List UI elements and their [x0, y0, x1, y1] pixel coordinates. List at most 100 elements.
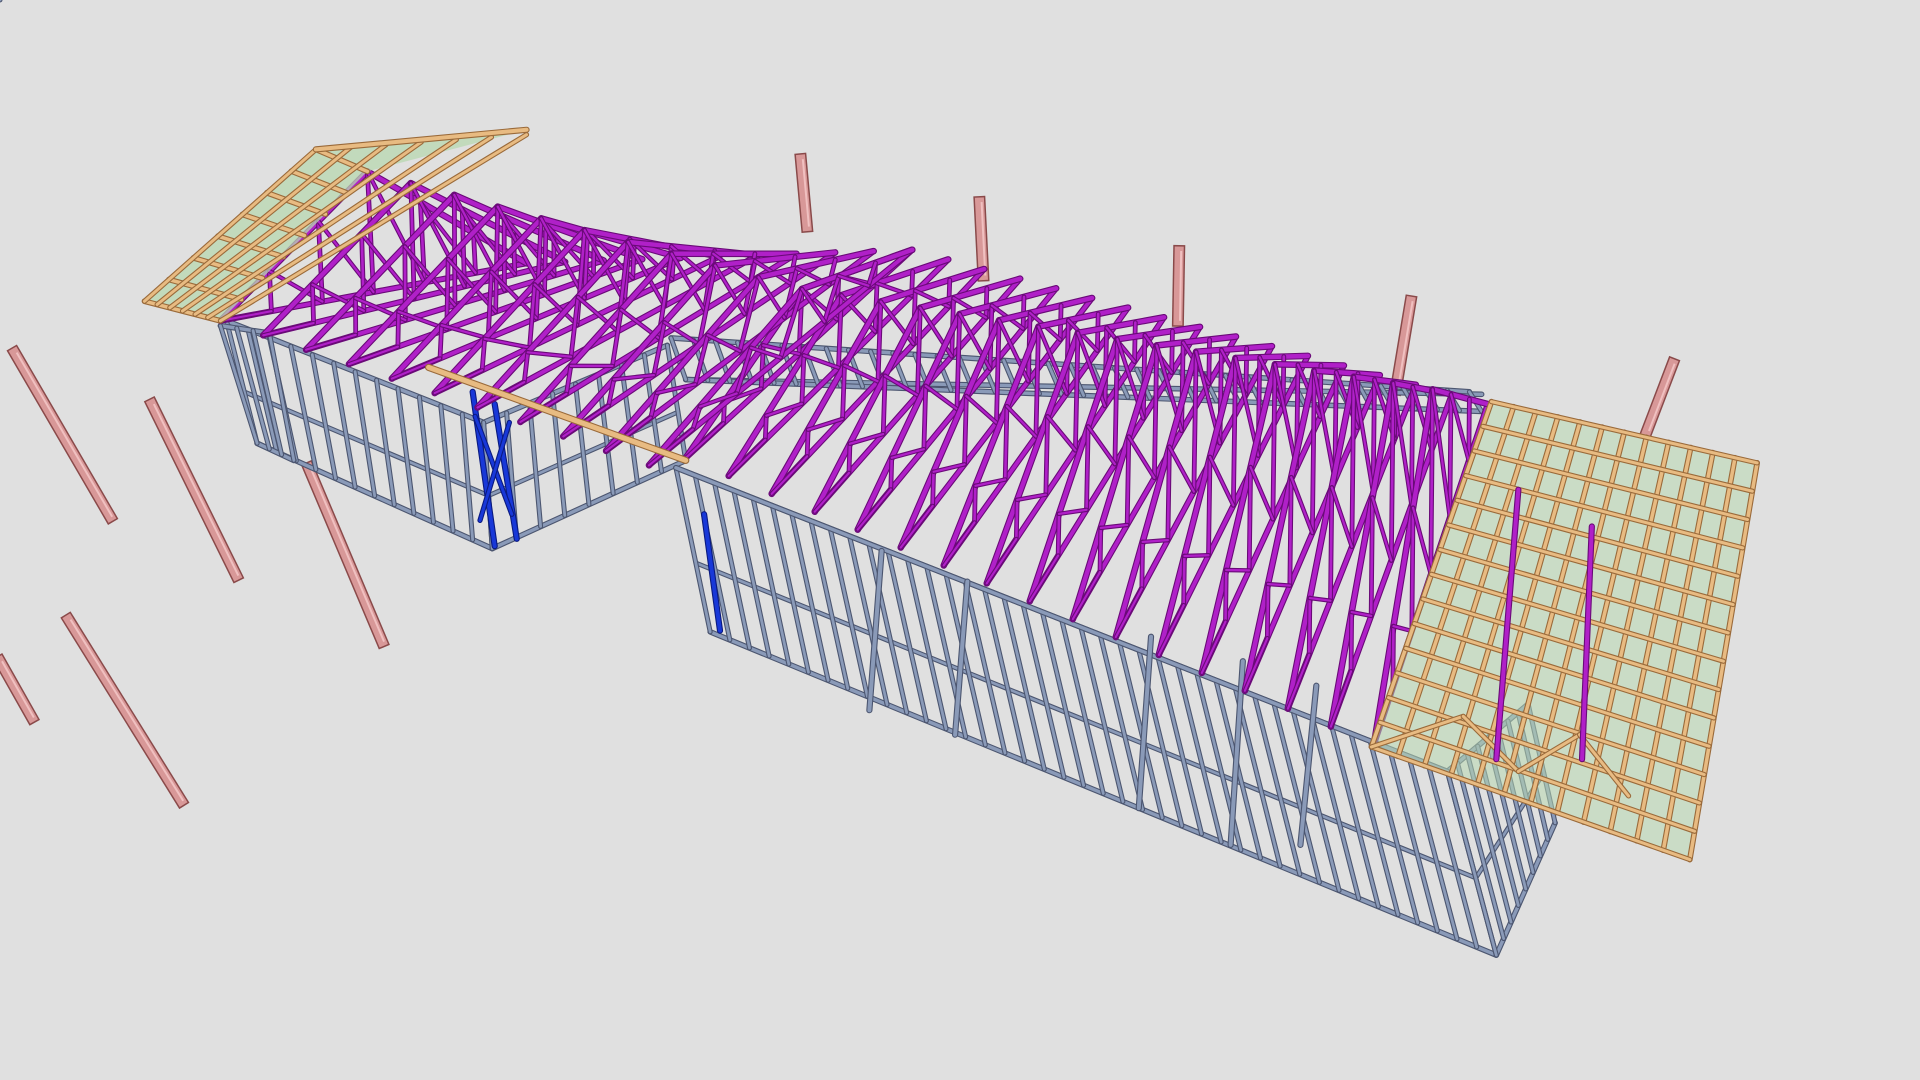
timber-post — [0, 655, 38, 724]
truss-web — [1349, 610, 1353, 673]
stud — [983, 587, 1027, 763]
partition-stud — [1298, 683, 1319, 847]
truss-web — [1087, 425, 1116, 466]
truss-web — [1266, 582, 1270, 640]
truss-web — [543, 222, 548, 296]
stud — [963, 580, 1007, 755]
stud — [886, 549, 928, 723]
truss-web — [984, 287, 989, 319]
timber-post-edge — [152, 403, 240, 576]
3d-model-viewport[interactable] — [0, 0, 1920, 1080]
timber-post-edge — [15, 352, 114, 518]
stud — [353, 370, 377, 498]
timber-post — [8, 346, 117, 523]
truss-web — [1207, 455, 1212, 557]
timber-post-edge — [1648, 363, 1676, 432]
stud — [1040, 610, 1086, 787]
stud — [905, 557, 948, 731]
truss-web — [1329, 486, 1334, 603]
truss-web — [1449, 393, 1470, 462]
stud — [375, 378, 396, 507]
truss-web — [1448, 392, 1453, 519]
stud — [574, 382, 591, 506]
truss-web — [438, 323, 443, 360]
truss-web — [1015, 498, 1019, 541]
truss-web — [1411, 506, 1432, 576]
truss-web — [1003, 404, 1009, 481]
truss-web — [1266, 582, 1291, 587]
truss-web — [1133, 321, 1137, 363]
truss-web — [805, 428, 810, 458]
truss-web — [1208, 455, 1235, 507]
truss-web — [1183, 554, 1210, 558]
truss-web — [1224, 568, 1228, 623]
stud — [528, 401, 543, 528]
stud — [732, 489, 771, 658]
stud — [439, 404, 455, 533]
steel-frame-model[interactable] — [0, 0, 1920, 1080]
truss-web — [1410, 506, 1415, 633]
truss-web — [1056, 512, 1061, 557]
truss-web — [1288, 475, 1293, 587]
truss-web — [1170, 329, 1174, 374]
truss-web — [764, 414, 768, 442]
right-roof-battens — [1368, 398, 1760, 863]
truss-web — [1249, 466, 1274, 521]
truss-web — [1410, 385, 1415, 507]
stud — [1021, 603, 1066, 779]
truss-web — [963, 394, 968, 466]
truss-web — [1085, 425, 1090, 512]
truss-web — [1044, 415, 1049, 496]
stud — [790, 511, 830, 682]
truss-web — [1140, 540, 1144, 590]
truss-web — [1125, 435, 1131, 527]
stud — [828, 527, 869, 698]
truss-web — [1247, 465, 1252, 572]
truss-web — [1005, 405, 1038, 438]
timber-post-edge — [1, 660, 35, 719]
stud — [751, 496, 791, 666]
truss-web — [973, 484, 977, 524]
truss-web — [396, 310, 400, 348]
stud — [417, 395, 435, 524]
truss-web — [922, 384, 928, 451]
truss-web — [1467, 397, 1471, 463]
truss-web — [1098, 526, 1103, 574]
timber-post — [62, 613, 188, 808]
truss-top-chord — [1272, 362, 1347, 368]
timber-post-edge — [69, 619, 185, 802]
truss-web — [576, 296, 619, 333]
truss-web — [931, 470, 935, 508]
stud — [1002, 595, 1046, 771]
truss-web — [889, 456, 894, 491]
stud — [396, 387, 416, 515]
truss-web — [440, 324, 490, 340]
stud — [332, 361, 357, 489]
truss-web — [965, 394, 998, 424]
timber-post-edge — [1178, 251, 1183, 321]
stud — [770, 504, 810, 674]
truss-web — [1166, 445, 1171, 542]
timber-post — [1173, 246, 1184, 326]
truss-web — [1046, 415, 1077, 452]
stud — [1060, 618, 1105, 795]
stud — [809, 519, 850, 690]
truss-web — [1307, 596, 1312, 656]
stud — [460, 412, 475, 542]
stud — [674, 466, 712, 634]
truss-web — [1182, 554, 1186, 607]
truss-web — [1290, 476, 1314, 535]
truss-web — [311, 283, 315, 325]
truss-web — [483, 337, 531, 349]
truss-web — [1369, 496, 1374, 618]
truss-top-chord — [1233, 353, 1311, 361]
timber-post — [145, 398, 243, 582]
truss-web — [1429, 388, 1434, 576]
timber-post — [1641, 357, 1679, 437]
truss-web — [1168, 445, 1195, 493]
stud — [1098, 633, 1144, 812]
truss-web — [847, 442, 852, 475]
truss-web — [1127, 435, 1156, 479]
truss-web — [1371, 496, 1393, 562]
truss-web — [1207, 338, 1211, 385]
